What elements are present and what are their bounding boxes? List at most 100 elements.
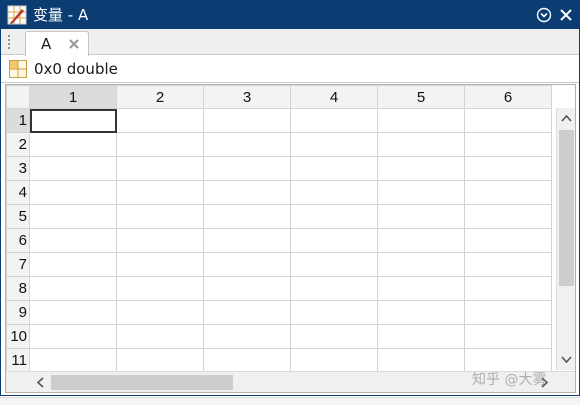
grid-cell[interactable] [377,228,465,253]
row-header[interactable]: 2 [6,132,30,157]
grid-cell[interactable] [116,108,204,133]
column-header[interactable]: 6 [464,85,552,109]
grid-cell[interactable] [29,252,117,277]
grid-cell[interactable] [29,156,117,181]
grid-cell[interactable] [29,276,117,301]
tab-close-icon[interactable] [68,38,80,50]
grid-cell[interactable] [464,108,552,133]
grid-cell[interactable] [29,180,117,205]
table-row: 7 [6,252,552,277]
horizontal-scroll-thumb[interactable] [51,375,233,390]
row-header[interactable]: 11 [6,348,30,373]
grid-cell[interactable] [203,252,291,277]
scroll-left-arrow-icon[interactable] [34,376,47,389]
column-header[interactable]: 4 [290,85,378,109]
grid-cell[interactable] [377,156,465,181]
grid-cell[interactable] [377,204,465,229]
grid-cell[interactable] [464,276,552,301]
grid-cell[interactable] [290,276,378,301]
scroll-up-arrow-icon[interactable] [560,112,573,125]
grid-cell[interactable] [464,252,552,277]
grid-cell[interactable] [203,132,291,157]
scroll-down-arrow-icon[interactable] [560,353,573,366]
vertical-scroll-thumb[interactable] [559,130,574,286]
window-close-button[interactable] [557,6,575,24]
table-row: 6 [6,228,552,253]
window-menu-button[interactable] [535,6,553,24]
grid-cell[interactable] [203,228,291,253]
grid-cell[interactable] [377,300,465,325]
title-bar[interactable]: 变量 - A [1,1,579,29]
grid-cell[interactable] [29,132,117,157]
grid-cell[interactable] [29,228,117,253]
row-header[interactable]: 9 [6,300,30,325]
column-header[interactable]: 3 [203,85,291,109]
grid-cell[interactable] [464,228,552,253]
column-header[interactable]: 2 [116,85,204,109]
grid-cell[interactable] [377,108,465,133]
grid-cell[interactable] [116,324,204,349]
grid-cell[interactable] [464,204,552,229]
grid-cell[interactable] [290,180,378,205]
grid-cell[interactable] [203,276,291,301]
grid-cell[interactable] [203,300,291,325]
grid-cell[interactable] [116,228,204,253]
grid-cell[interactable] [116,276,204,301]
row-header[interactable]: 5 [6,204,30,229]
grid-cell[interactable] [464,132,552,157]
grid-cell[interactable] [116,252,204,277]
grid-cell[interactable] [29,324,117,349]
grid-cell[interactable] [290,300,378,325]
grid-cell[interactable] [290,204,378,229]
grid-cell[interactable] [464,156,552,181]
close-icon [560,9,572,21]
grid-cell[interactable] [290,108,378,133]
grid-cell[interactable] [464,324,552,349]
row-header[interactable]: 6 [6,228,30,253]
grid-cell[interactable] [377,348,465,373]
grid-cell[interactable] [116,348,204,373]
grid-cell[interactable] [464,180,552,205]
grid-cell[interactable] [203,108,291,133]
grid-cell[interactable] [203,348,291,373]
grid-cell[interactable] [290,348,378,373]
grid-cell[interactable] [29,204,117,229]
grid-cell[interactable] [29,108,117,133]
row-header[interactable]: 3 [6,156,30,181]
grid-cell[interactable] [377,252,465,277]
table-row: 8 [6,276,552,301]
column-header[interactable]: 5 [377,85,465,109]
grid-cell[interactable] [377,324,465,349]
tab-a[interactable]: A [25,31,89,56]
drag-grip-icon[interactable] [7,34,11,50]
grid-cell[interactable] [203,156,291,181]
grid-cell[interactable] [377,132,465,157]
grid-cell[interactable] [203,180,291,205]
grid-corner[interactable] [6,85,30,109]
grid-cell[interactable] [377,180,465,205]
row-header[interactable]: 4 [6,180,30,205]
grid-cell[interactable] [116,156,204,181]
grid-cell[interactable] [116,204,204,229]
grid-cell[interactable] [116,180,204,205]
grid-cell[interactable] [290,132,378,157]
row-header[interactable]: 1 [6,108,30,133]
row-header[interactable]: 10 [6,324,30,349]
column-header[interactable]: 1 [29,85,117,109]
grid-cell[interactable] [377,276,465,301]
vertical-scrollbar[interactable] [556,108,575,370]
grid-cell[interactable] [29,300,117,325]
table-row: 5 [6,204,552,229]
grid-cell[interactable] [29,348,117,373]
grid-cell[interactable] [290,156,378,181]
grid-cell[interactable] [290,228,378,253]
grid-cell[interactable] [464,300,552,325]
grid-cell[interactable] [290,324,378,349]
grid-cell[interactable] [203,204,291,229]
row-header[interactable]: 7 [6,252,30,277]
grid-cell[interactable] [290,252,378,277]
grid-cell[interactable] [203,324,291,349]
grid-cell[interactable] [116,132,204,157]
grid-cell[interactable] [116,300,204,325]
row-header[interactable]: 8 [6,276,30,301]
